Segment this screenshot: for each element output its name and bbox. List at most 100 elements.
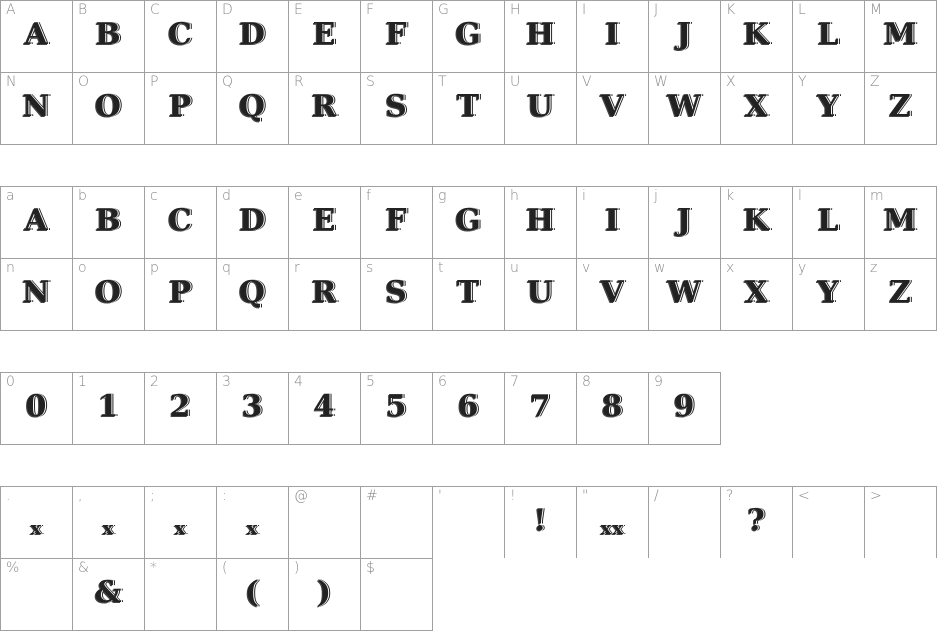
- glyph-label: *: [150, 560, 157, 576]
- glyph-cell: LL: [792, 0, 864, 72]
- glyph-sample: H: [525, 17, 556, 52]
- digits-block: 00112233445566778899: [0, 372, 721, 445]
- glyph-cell: " xx: [576, 486, 648, 558]
- glyph-label: >: [870, 488, 882, 504]
- glyph-label: /: [654, 488, 659, 504]
- glyph-sample: 4: [313, 389, 336, 424]
- glyph-sample: S: [385, 275, 408, 310]
- glyph-sample: O: [94, 275, 123, 310]
- glyph-cell: ,x: [72, 486, 144, 558]
- glyph-cell: nN: [0, 258, 72, 331]
- glyph-sample: L: [817, 203, 840, 238]
- glyph-label: <: [798, 488, 810, 504]
- glyph-sample: x: [102, 518, 115, 539]
- glyph-cell: 55: [360, 372, 432, 445]
- glyph-sample: (: [244, 575, 261, 610]
- lowercase-row: nNoOpPqQrRsStTuUvVwWxXyYzZ: [0, 258, 937, 331]
- glyph-label: @: [294, 488, 308, 504]
- glyph-cell: mM: [864, 186, 937, 258]
- glyph-cell: zZ: [864, 258, 937, 331]
- glyph-cell: #: [360, 486, 432, 558]
- uppercase-row: NNOOPPQQRRSSTTUUVVWWXXYYZZ: [0, 72, 937, 145]
- glyph-sample: G: [455, 203, 482, 238]
- glyph-cell: CC: [144, 0, 216, 72]
- glyph-sample: X: [744, 275, 769, 310]
- glyph-cell: aA: [0, 186, 72, 258]
- glyph-cell: jJ: [648, 186, 720, 258]
- glyph-cell: )): [288, 558, 360, 631]
- punctuation-row: % & & * (()) $: [0, 558, 937, 631]
- glyph-cell: %: [0, 558, 72, 631]
- glyph-cell: >: [864, 486, 937, 558]
- glyph-cell: lL: [792, 186, 864, 258]
- glyph-sample: P: [168, 89, 193, 124]
- glyph-sample: ): [316, 575, 333, 610]
- glyph-cell: dD: [216, 186, 288, 258]
- glyph-sample: U: [526, 89, 555, 124]
- glyph-cell: NN: [0, 72, 72, 145]
- glyph-sample: O: [94, 89, 123, 124]
- glyph-sample: 9: [673, 389, 696, 424]
- glyph-sample: P: [168, 275, 193, 310]
- glyph-cell: 88: [576, 372, 648, 445]
- glyph-cell: UU: [504, 72, 576, 145]
- glyph-sample: M: [883, 17, 918, 52]
- lowercase-row: aAbBcCdDeEfFgGhHiIjJkKlLmM: [0, 186, 937, 258]
- glyph-cell: .x: [0, 486, 72, 558]
- glyph-sample: 5: [385, 389, 408, 424]
- glyph-sample: Y: [817, 275, 840, 310]
- glyph-sample: ?: [747, 503, 766, 538]
- glyph-cell: <: [792, 486, 864, 558]
- glyph-sample: E: [312, 17, 337, 52]
- glyph-sample: 2: [169, 389, 192, 424]
- glyph-sample: xx: [600, 518, 625, 539]
- lowercase-block: aAbBcCdDeEfFgGhHiIjJkKlLmMnNoOpPqQrRsStT…: [0, 186, 937, 331]
- glyph-sample: 7: [529, 389, 552, 424]
- glyph-cell: ??: [720, 486, 792, 558]
- glyph-sample: A: [24, 17, 49, 52]
- glyph-sample: &: [94, 575, 123, 610]
- glyph-cell: VV: [576, 72, 648, 145]
- glyph-label: ": [582, 488, 589, 504]
- glyph-sample: K: [742, 203, 771, 238]
- glyph-sample: N: [22, 275, 51, 310]
- glyph-label: %: [6, 560, 20, 576]
- glyph-sample: X: [744, 89, 769, 124]
- glyph-cell: YY: [792, 72, 864, 145]
- glyph-label: ,: [78, 488, 83, 504]
- glyph-cell: /: [648, 486, 720, 558]
- glyph-sample: M: [883, 203, 918, 238]
- glyph-cell: & &: [72, 558, 144, 631]
- glyph-cell: 33: [216, 372, 288, 445]
- glyph-sample: 1: [97, 389, 120, 424]
- glyph-cell: RR: [288, 72, 360, 145]
- glyph-cell: *: [144, 558, 216, 631]
- glyph-sample: H: [525, 203, 556, 238]
- glyph-cell: !!: [504, 486, 576, 558]
- glyph-cell: FF: [360, 0, 432, 72]
- glyph-cell: PP: [144, 72, 216, 145]
- glyph-sample: A: [24, 203, 49, 238]
- glyph-cell: vV: [576, 258, 648, 331]
- glyph-cell: EE: [288, 0, 360, 72]
- glyph-cell: tT: [432, 258, 504, 331]
- glyph-cell: yY: [792, 258, 864, 331]
- glyph-cell: 99: [648, 372, 721, 445]
- glyph-cell: sS: [360, 258, 432, 331]
- glyph-sample: 0: [25, 389, 48, 424]
- glyph-sample: K: [742, 17, 771, 52]
- glyph-sample: I: [604, 203, 621, 238]
- glyph-sample: Q: [238, 89, 267, 124]
- glyph-label: #: [366, 488, 378, 504]
- glyph-cell: 22: [144, 372, 216, 445]
- digits-row: 00112233445566778899: [0, 372, 721, 445]
- glyph-sample: Q: [238, 275, 267, 310]
- glyph-label: $: [366, 560, 375, 576]
- glyph-cell: GG: [432, 0, 504, 72]
- glyph-sample: J: [676, 17, 693, 52]
- glyph-sample: V: [600, 89, 625, 124]
- glyph-cell: oO: [72, 258, 144, 331]
- glyph-cell: ;x x: [144, 486, 216, 579]
- glyph-sample: R: [311, 89, 338, 124]
- glyph-cell: rR: [288, 258, 360, 331]
